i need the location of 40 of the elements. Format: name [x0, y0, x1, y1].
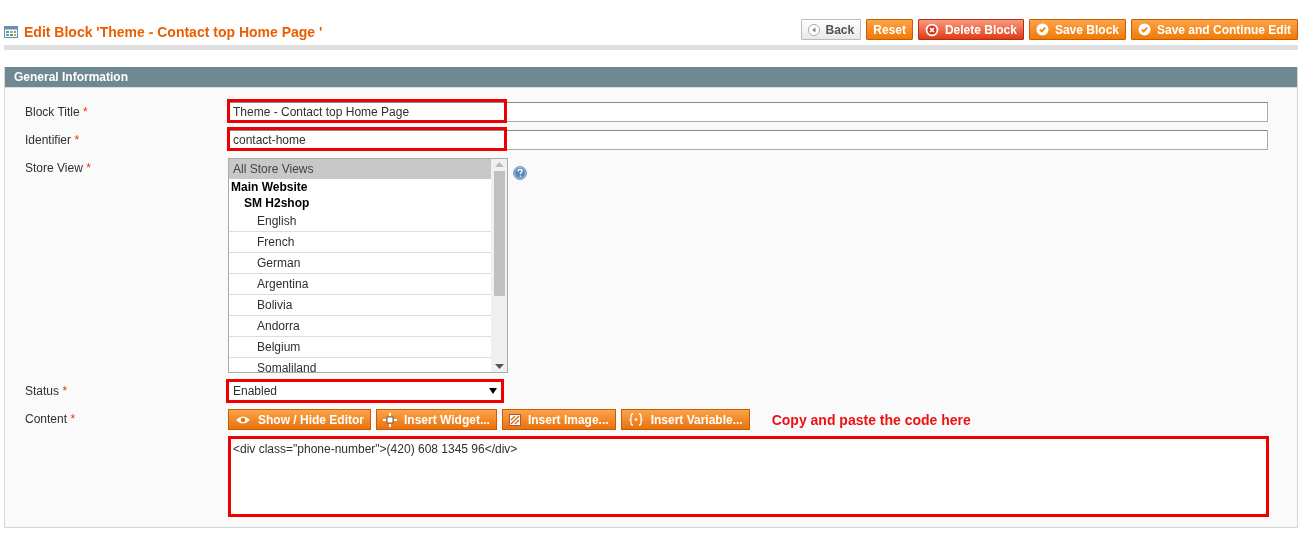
crosshair-icon — [383, 412, 397, 427]
list-option[interactable]: Bolivia — [229, 295, 491, 316]
content-textarea[interactable]: <div class="phone-number">(420) 608 1345 96</div> — [228, 436, 1269, 517]
store-list[interactable]: All Store Views Main Website SM H2shop English French German Argentina Bolivia Andorra Belgium Somaliland — [228, 158, 508, 373]
required-mark: * — [83, 105, 88, 119]
list-option[interactable]: French — [229, 232, 491, 253]
scroll-down-arrow-icon[interactable] — [494, 364, 504, 369]
image-icon — [508, 413, 521, 426]
list-option[interactable]: Argentina — [229, 274, 491, 295]
annotation-text: Copy and paste the code here — [771, 411, 971, 428]
text-field[interactable]: Theme - Contact top Home Page — [228, 102, 1268, 122]
help-icon[interactable] — [513, 166, 527, 180]
list-option[interactable]: Main Website — [229, 179, 491, 195]
dropdown-arrow-icon — [489, 388, 497, 394]
eye-icon — [235, 414, 251, 425]
required-mark: * — [62, 384, 68, 398]
required-mark: * — [74, 133, 80, 147]
check-icon — [1035, 23, 1049, 36]
required-mark: * — [70, 412, 76, 426]
list-option[interactable]: SM H2shop — [229, 195, 491, 211]
field-label: Content — [25, 412, 68, 426]
section-header: General Information — [5, 67, 1297, 88]
list-option[interactable]: Belgium — [229, 337, 491, 358]
list-option[interactable]: All Store Views — [229, 159, 491, 179]
close-icon — [924, 22, 939, 37]
back-button[interactable]: Back — [800, 19, 862, 40]
page-title: Edit Block 'Theme - Contact top Home Page ' — [24, 23, 323, 40]
required-mark: * — [86, 161, 91, 175]
field-label: Identifier — [25, 133, 72, 147]
list-option[interactable]: Andorra — [229, 316, 491, 337]
grid-icon — [4, 25, 18, 38]
scrollbar[interactable] — [491, 159, 507, 372]
field-label: Store View — [25, 161, 83, 175]
list-option[interactable]: English — [229, 211, 491, 232]
braces-icon — [627, 413, 644, 426]
check-icon — [1138, 23, 1151, 36]
field-label: Block Title — [25, 105, 80, 119]
text-field[interactable]: contact-home — [228, 130, 1268, 150]
field-label: Status — [25, 384, 60, 398]
list-option[interactable]: German — [229, 253, 491, 274]
